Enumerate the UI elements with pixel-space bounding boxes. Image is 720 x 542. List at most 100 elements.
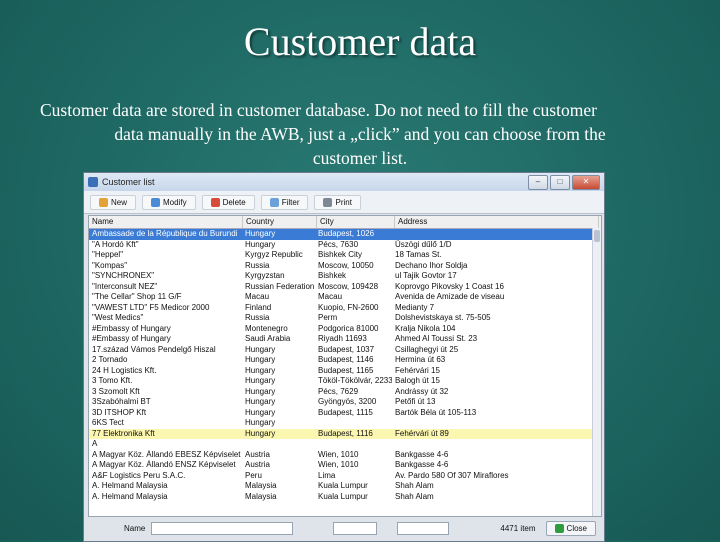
table-row[interactable]: 77 Elektronika Kft Hungary Budapest, 1116 F…: [89, 428, 601, 439]
cell-address: Avenida de Amizade de viseau: [395, 292, 505, 301]
table-row[interactable]: "West Medics" Russia Perm Dolshevistskaya s…: [89, 313, 601, 324]
cell-name: #Embassy of Hungary: [92, 334, 171, 343]
table-row[interactable]: A&F Logistics Peru S.A.C. Peru Lima Av. Par…: [89, 471, 601, 482]
filter-icon: [269, 197, 279, 207]
cell-city: Bishkek: [318, 271, 347, 280]
vertical-scrollbar[interactable]: [592, 228, 601, 516]
table-row[interactable]: "The Cellar" Shop 11 G/F Macau Macau Avenid…: [89, 292, 601, 303]
cell-country: Montenegro: [245, 323, 288, 333]
cell-city: [315, 439, 392, 450]
cell-address: Üszögi dűlő 1/D: [395, 239, 452, 249]
table-row[interactable]: "Interconsult NEZ" Russian Federation Mosc…: [89, 282, 601, 293]
cell-address: Av. Pardo 580 Of 307 Miraflores: [395, 470, 509, 480]
table-row[interactable]: #Embassy of Hungary Montenegro Podgorica 8…: [89, 324, 601, 335]
column-header-country[interactable]: Country: [243, 216, 317, 228]
cell-address: Fehérvári út 89: [395, 428, 449, 438]
cell-name: A Magyar Köz. Állandó ENSZ Képviselet: [92, 460, 236, 469]
cell-country: Hungary: [245, 418, 276, 427]
table-row[interactable]: "SYNCHRONEX" Kyrgyzstan Bishkek ul Tajik Go…: [89, 271, 601, 282]
table-row[interactable]: "Kompas" Russia Moscow, 10050 Dechano Ihor …: [89, 261, 601, 272]
cell-address: Shah Alam: [395, 481, 434, 490]
cell-name: "West Medics": [92, 313, 144, 322]
cell-city: Budapest, 1116: [318, 428, 373, 438]
cell-country: Hungary: [245, 344, 276, 354]
cell-country: Austria: [245, 449, 270, 459]
table-row[interactable]: "Heppel" Kyrgyz Republic Bishkek City 18 Ta…: [89, 250, 601, 261]
table-row[interactable]: 3Szabóhalmi BT Hungary Gyöngyös, 3200 Petőf…: [89, 397, 601, 408]
cell-name: 3Szabóhalmi BT: [92, 397, 151, 406]
cell-name: "A Hordó Kft": [92, 239, 139, 249]
cell-country: Malaysia: [245, 491, 277, 501]
table-row[interactable]: 2 Tornado Hungary Budapest, 1146 Hermina út…: [89, 355, 601, 366]
table-row[interactable]: 17.század Vámos Pendelgő Hiszal Hungary Bu…: [89, 345, 601, 356]
cell-address: Shah Alam: [395, 491, 434, 501]
app-icon: [88, 177, 98, 187]
table-row[interactable]: #Embassy of Hungary Saudi Arabia Riyadh 11…: [89, 334, 601, 345]
filter-button[interactable]: Filter: [260, 194, 309, 210]
cell-city: Budapest, 1146: [318, 355, 374, 364]
filter-field-2[interactable]: [333, 521, 378, 535]
cell-address: [392, 439, 595, 450]
cell-address: Petőfi út 13: [395, 397, 436, 406]
window-title: Customer list: [102, 177, 155, 187]
cell-name: A&F Logistics Peru S.A.C.: [92, 470, 186, 480]
filter-field-3[interactable]: [397, 521, 450, 535]
cell-country: Hungary: [245, 239, 276, 249]
cell-city: Lima: [318, 470, 336, 480]
cell-name: 77 Elektronika Kft: [92, 428, 155, 438]
cell-name: 24 H Logistics Kft.: [92, 365, 157, 375]
table-row[interactable]: "A Hordó Kft" Hungary Pécs, 7630 Üszögi dűl…: [89, 240, 601, 251]
cell-country: Saudi Arabia: [245, 334, 291, 343]
close-button[interactable]: Close: [545, 520, 596, 536]
table-row[interactable]: A Magyar Köz. Állandó ENSZ Képviselet Aus…: [89, 460, 601, 471]
table-row[interactable]: 3 Szomolt Kft Hungary Pécs, 7629 Andrássy ú…: [89, 387, 601, 398]
cell-address: Balogh út 15: [395, 376, 440, 385]
window-titlebar[interactable]: Customer list – □ ✕: [84, 173, 604, 191]
cell-city: Kuala Lumpur: [318, 491, 368, 501]
column-header-city[interactable]: City: [317, 216, 395, 228]
cell-name: #Embassy of Hungary: [92, 323, 171, 333]
table-row[interactable]: 3 Tomo Kft. Hungary Tököl-Tökölvár, 2233 Ba…: [89, 376, 601, 387]
cell-city: Bishkek City: [318, 250, 363, 259]
table-row[interactable]: A Magyar Köz. Állandó EBESZ Képviselet Au…: [89, 450, 601, 461]
cell-country: Hungary: [245, 355, 276, 364]
cell-name: 2 Tornado: [92, 355, 128, 364]
cell-name: "Interconsult NEZ": [92, 281, 158, 291]
cell-city: Moscow, 10050: [318, 260, 374, 270]
slide-body: Customer data are stored in customer dat…: [40, 98, 680, 170]
cell-address: Andrássy út 32: [395, 386, 449, 396]
name-label: Name: [124, 523, 146, 533]
table-row[interactable]: 3D ITSHOP Kft Hungary Budapest, 1115 Bartók…: [89, 408, 601, 419]
cell-country: Finland: [245, 302, 272, 312]
cell-address: Dechano Ihor Soldja: [395, 260, 468, 270]
print-button[interactable]: Print: [314, 194, 361, 210]
delete-button[interactable]: Delete: [201, 194, 255, 210]
close-window-button[interactable]: ✕: [572, 175, 600, 190]
table-row[interactable]: A: [89, 439, 601, 450]
cell-name: 3 Tomo Kft.: [92, 376, 133, 385]
modify-button[interactable]: Modify: [142, 194, 196, 210]
toolbar: New Modify Delete Filter Print: [84, 191, 604, 214]
cell-country: Kyrgyz Republic: [245, 250, 303, 259]
cell-name: "VAWEST LTD" F5 Medicor 2000: [92, 302, 210, 312]
column-header-address[interactable]: Address: [395, 216, 599, 228]
maximize-button[interactable]: □: [550, 175, 570, 190]
table-row[interactable]: 6KS Tect Hungary: [89, 418, 601, 429]
new-button[interactable]: New: [90, 194, 137, 210]
cell-country: Hungary: [245, 428, 276, 438]
column-header-name[interactable]: Name: [89, 216, 243, 228]
minimize-button[interactable]: –: [528, 175, 548, 190]
table-row[interactable]: "VAWEST LTD" F5 Medicor 2000 Finland Kuopi…: [89, 303, 601, 314]
table-row[interactable]: Ambassade de la République du Burundi Hun…: [89, 229, 601, 240]
table-row[interactable]: 24 H Logistics Kft. Hungary Budapest, 1165…: [89, 366, 601, 377]
cell-name: 17.század Vámos Pendelgő Hiszal: [92, 344, 216, 354]
name-search-input[interactable]: [151, 521, 294, 535]
cell-country: Hungary: [245, 365, 276, 375]
cell-city: Kuala Lumpur: [318, 481, 368, 490]
cell-address: Hermina út 63: [395, 355, 446, 364]
body-line-1: Customer data are stored in customer dat…: [40, 100, 597, 120]
table-row[interactable]: A. Helmand Malaysia Malaysia Kuala Lumpur S…: [89, 492, 601, 503]
cell-address: Kralja Nikola 104: [395, 323, 456, 333]
scrollbar-thumb[interactable]: [594, 230, 600, 242]
table-row[interactable]: A. Helmand Malaysia Malaysia Kuala Lumpur S…: [89, 481, 601, 492]
